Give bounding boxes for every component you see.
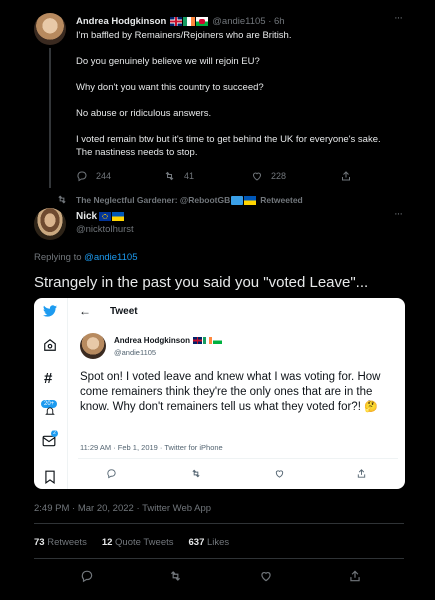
engagement-stats: 73 Retweets 12 Quote Tweets 637 Likes — [34, 537, 229, 548]
reply-icon[interactable] — [80, 569, 94, 583]
header-title: Tweet — [110, 306, 138, 317]
retweet-icon[interactable] — [168, 569, 183, 583]
avatar-nick[interactable] — [34, 208, 66, 240]
thinking-face-icon: 🤔 — [364, 401, 378, 413]
author-handle[interactable]: @nicktolhurst — [76, 224, 134, 235]
author-handle: @andie1105 — [114, 348, 157, 357]
rail-divider — [67, 298, 68, 489]
avatar-andrea[interactable] — [34, 13, 66, 45]
quotes-label: Quote Tweets — [112, 537, 174, 548]
messages-icon[interactable]: 2 — [42, 430, 58, 448]
ireland-flag-icon — [203, 337, 213, 344]
replying-prefix: Replying to — [34, 252, 85, 263]
wales-flag-icon — [213, 337, 223, 344]
more-options-icon[interactable]: ··· — [394, 12, 403, 24]
tweet-line-3: Why don't you want this country to succe… — [76, 82, 264, 93]
share-icon[interactable] — [348, 569, 362, 583]
retweet-notice: The Neglectful Gardener: @RebootGB Retwe… — [58, 194, 303, 206]
handle-time: @andie1105 · 6h — [212, 15, 285, 27]
retweet-count: 41 — [184, 171, 195, 181]
tweet-line-4: No abuse or ridiculous answers. — [76, 108, 212, 119]
replying-handle-link[interactable]: @andie1105 — [84, 252, 137, 263]
tweet-line-5: I voted remain btw but it's time to get … — [76, 134, 381, 145]
tweet-timestamp[interactable]: 2:49 PM · Mar 20, 2022 · Twitter Web App — [34, 503, 211, 514]
author-name[interactable]: Andrea Hodgkinson — [76, 16, 166, 27]
share-icon[interactable] — [340, 170, 352, 182]
heart-icon[interactable] — [259, 569, 273, 583]
gb-flag-icon — [231, 195, 244, 205]
home-icon[interactable] — [43, 338, 57, 352]
screenshot-meta: 11:29 AM · Feb 1, 2019 · Twitter for iPh… — [80, 443, 223, 452]
quotes-count: 12 — [101, 537, 113, 548]
retweet-icon[interactable] — [190, 468, 202, 479]
likes-label: Likes — [204, 537, 230, 548]
uk-flag-icon — [170, 16, 183, 26]
tweet-line-6: The nastiness needs to stop. — [76, 147, 198, 158]
thread-line — [49, 48, 51, 188]
retweet-icon — [56, 194, 68, 205]
tweet-line-2: Do you genuinely believe we will rejoin … — [76, 56, 260, 67]
reply-action[interactable]: 244 — [76, 170, 111, 182]
ukraine-flag-icon — [244, 195, 257, 205]
divider — [34, 523, 404, 524]
screenshot-tweet-body: Spot on! I voted leave and knew what I w… — [80, 370, 398, 415]
retweets-stat[interactable]: 73 Retweets — [34, 537, 87, 548]
reply-icon — [76, 170, 88, 182]
eu-flag-icon — [99, 211, 112, 221]
retweet-icon — [163, 170, 176, 182]
retweets-count: 73 — [34, 537, 45, 548]
replying-to: Replying to @andie1105 — [34, 252, 138, 263]
first-tweet[interactable]: Andrea Hodgkinson @andie1105 · 6h ··· I'… — [0, 0, 435, 192]
like-action[interactable]: 228 — [251, 170, 286, 182]
hashtag-icon[interactable]: # — [44, 370, 52, 387]
likes-stat[interactable]: 637 Likes — [189, 537, 230, 548]
tweet-body: Strangely in the past you said you "vote… — [34, 274, 369, 291]
retweets-label: Retweets — [44, 537, 87, 548]
retweet-action[interactable]: 41 — [163, 170, 194, 182]
heart-icon — [251, 170, 263, 182]
likes-count: 637 — [188, 537, 205, 548]
attached-image[interactable]: # 20+ 2 ← Tweet Andrea Hodgkinson @andie… — [34, 298, 405, 489]
author-name[interactable]: Andrea Hodgkinson — [114, 336, 190, 345]
heart-icon[interactable] — [274, 468, 285, 479]
reply-icon[interactable] — [106, 468, 117, 479]
retweeter-name[interactable]: The Neglectful Gardener: @RebootGB — [76, 195, 230, 205]
ireland-flag-icon — [183, 16, 196, 26]
uk-flag-icon — [193, 337, 203, 344]
notifications-icon[interactable]: 20+ — [41, 400, 59, 416]
messages-badge: 2 — [51, 430, 58, 437]
wales-flag-icon — [196, 16, 209, 26]
author-name[interactable]: Nick — [76, 211, 97, 222]
divider — [34, 558, 404, 559]
screenshot-body-text: Spot on! I voted leave and knew what I w… — [80, 371, 381, 413]
retweeted-label: Retweeted — [260, 195, 303, 205]
reply-count: 244 — [96, 171, 112, 181]
back-arrow-icon[interactable]: ← — [79, 304, 91, 318]
ukraine-flag-icon — [112, 211, 125, 221]
avatar-andrea[interactable] — [80, 333, 106, 359]
share-icon[interactable] — [356, 468, 367, 479]
like-count: 228 — [271, 171, 287, 181]
quotes-stat[interactable]: 12 Quote Tweets — [102, 537, 174, 548]
more-options-icon[interactable]: ··· — [394, 208, 403, 220]
tweet-line-1: I'm baffled by Remainers/Rejoiners who a… — [76, 30, 292, 41]
bookmark-icon[interactable] — [44, 470, 56, 484]
divider — [78, 458, 398, 459]
twitter-bird-icon — [43, 305, 57, 317]
